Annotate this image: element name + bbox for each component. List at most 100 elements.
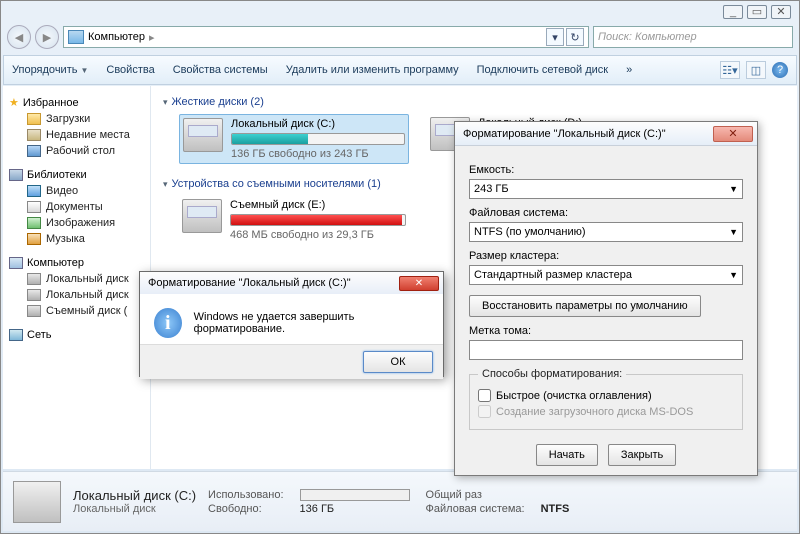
messagebox-title: Форматирование "Локальный диск (C:)" bbox=[148, 277, 399, 289]
drive-e[interactable]: Съемный диск (E:) 468 МБ свободно из 29,… bbox=[179, 196, 409, 244]
computer-icon bbox=[9, 257, 23, 269]
network-group[interactable]: Сеть bbox=[7, 327, 150, 343]
filesystem-select[interactable]: NTFS (по умолчанию)▼ bbox=[469, 222, 743, 242]
uninstall-program-button[interactable]: Удалить или изменить программу bbox=[286, 64, 459, 76]
close-button[interactable]: ✕ bbox=[771, 5, 791, 19]
collapse-icon: ▾ bbox=[163, 179, 168, 190]
refresh-button[interactable]: ↻ bbox=[566, 28, 584, 46]
music-icon bbox=[27, 233, 41, 245]
properties-button[interactable]: Свойства bbox=[106, 64, 154, 76]
bootdisk-checkbox: Создание загрузочного диска MS-DOS bbox=[478, 405, 734, 418]
sidebar-drive-e[interactable]: Съемный диск ( bbox=[7, 303, 150, 319]
fs-label: Файловая система: bbox=[426, 503, 525, 515]
usage-bar bbox=[230, 214, 406, 226]
sidebar-music[interactable]: Музыка bbox=[7, 231, 150, 247]
organize-menu[interactable]: Упорядочить▼ bbox=[12, 64, 88, 76]
minimize-button[interactable]: _ bbox=[723, 5, 743, 19]
sidebar-video[interactable]: Видео bbox=[7, 183, 150, 199]
free-label: Свободно: bbox=[208, 503, 284, 515]
collapse-icon: ▾ bbox=[163, 97, 168, 108]
nav-forward-button[interactable]: ▶ bbox=[35, 25, 59, 49]
window-controls: _ ▭ ✕ bbox=[723, 5, 791, 19]
filesystem-label: Файловая система: bbox=[469, 207, 743, 219]
dropdown-icon: ▼ bbox=[729, 227, 738, 237]
help-button[interactable]: ? bbox=[772, 62, 788, 78]
drive-free-text: 136 ГБ свободно из 243 ГБ bbox=[231, 148, 405, 160]
restore-defaults-button[interactable]: Восстановить параметры по умолчанию bbox=[469, 295, 701, 317]
sidebar-downloads[interactable]: Загрузки bbox=[7, 111, 150, 127]
used-label: Использовано: bbox=[208, 489, 284, 501]
info-icon: i bbox=[154, 308, 182, 338]
format-methods-group: Способы форматирования: Быстрое (очистка… bbox=[469, 368, 743, 430]
breadcrumb-root[interactable]: Компьютер bbox=[88, 31, 145, 43]
computer-icon bbox=[68, 30, 84, 44]
sidebar-drive-c[interactable]: Локальный диск bbox=[7, 271, 150, 287]
preview-pane-button[interactable]: ◫ bbox=[746, 61, 766, 79]
library-icon bbox=[9, 169, 23, 181]
volume-label-input[interactable] bbox=[469, 340, 743, 360]
messagebox-titlebar[interactable]: Форматирование "Локальный диск (C:)" ✕ bbox=[140, 272, 443, 294]
details-title: Локальный диск (C:) bbox=[73, 488, 196, 503]
nav-row: ◀ ▶ Компьютер ▸ ▾ ↻ Поиск: Компьютер bbox=[7, 23, 793, 51]
search-input[interactable]: Поиск: Компьютер bbox=[593, 26, 793, 48]
toolbar: Упорядочить▼ Свойства Свойства системы У… bbox=[3, 55, 797, 85]
cluster-select[interactable]: Стандартный размер кластера▼ bbox=[469, 265, 743, 285]
drive-icon bbox=[27, 273, 41, 285]
dialog-title: Форматирование "Локальный диск (C:)" bbox=[463, 128, 707, 140]
sidebar-desktop[interactable]: Рабочий стол bbox=[7, 143, 150, 159]
nav-sidebar: ★Избранное Загрузки Недавние места Рабоч… bbox=[3, 86, 151, 469]
drive-free-text: 468 МБ свободно из 29,3 ГБ bbox=[230, 229, 406, 241]
dropdown-icon: ▼ bbox=[729, 270, 738, 280]
system-properties-button[interactable]: Свойства системы bbox=[173, 64, 268, 76]
error-messagebox: Форматирование "Локальный диск (C:)" ✕ i… bbox=[139, 271, 444, 377]
video-icon bbox=[27, 185, 41, 197]
document-icon bbox=[27, 201, 41, 213]
libraries-group[interactable]: Библиотеки bbox=[7, 167, 150, 183]
dialog-close-button[interactable]: ✕ bbox=[713, 126, 753, 142]
quick-format-checkbox[interactable]: Быстрое (очистка оглавления) bbox=[478, 389, 734, 402]
start-format-button[interactable]: Начать bbox=[536, 444, 598, 466]
close-format-button[interactable]: Закрыть bbox=[608, 444, 676, 466]
map-network-drive-button[interactable]: Подключить сетевой диск bbox=[477, 64, 608, 76]
toolbar-overflow-button[interactable]: » bbox=[626, 64, 632, 76]
breadcrumb-sep-icon[interactable]: ▸ bbox=[149, 31, 155, 44]
total-label: Общий раз bbox=[426, 489, 525, 501]
drive-label: Съемный диск (E:) bbox=[230, 199, 406, 214]
sidebar-recent[interactable]: Недавние места bbox=[7, 127, 150, 143]
format-dialog-titlebar[interactable]: Форматирование "Локальный диск (C:)" ✕ bbox=[455, 122, 757, 146]
dropdown-icon: ▼ bbox=[729, 184, 738, 194]
ok-button[interactable]: ОК bbox=[363, 351, 433, 373]
folder-icon bbox=[27, 113, 41, 125]
used-bar bbox=[300, 489, 410, 501]
volume-label-label: Метка тома: bbox=[469, 325, 743, 337]
favorites-group[interactable]: ★Избранное bbox=[7, 94, 150, 111]
drive-icon bbox=[27, 305, 41, 317]
desktop-icon bbox=[27, 145, 41, 157]
messagebox-text: Windows не удается завершить форматирова… bbox=[194, 311, 429, 335]
capacity-select[interactable]: 243 ГБ▼ bbox=[469, 179, 743, 199]
format-dialog: Форматирование "Локальный диск (C:)" ✕ Е… bbox=[454, 121, 758, 476]
sidebar-drive-d[interactable]: Локальный диск bbox=[7, 287, 150, 303]
drive-large-icon bbox=[13, 481, 61, 523]
details-pane: Локальный диск (C:) Локальный диск Испол… bbox=[3, 471, 797, 531]
usage-bar bbox=[231, 133, 405, 145]
address-bar[interactable]: Компьютер ▸ ▾ ↻ bbox=[63, 26, 589, 48]
drive-c[interactable]: Локальный диск (C:) 136 ГБ свободно из 2… bbox=[179, 114, 409, 164]
network-icon bbox=[9, 329, 23, 341]
messagebox-close-button[interactable]: ✕ bbox=[399, 276, 439, 291]
computer-group[interactable]: Компьютер bbox=[7, 255, 150, 271]
drive-label: Локальный диск (C:) bbox=[231, 118, 405, 133]
drive-icon bbox=[27, 289, 41, 301]
sidebar-images[interactable]: Изображения bbox=[7, 215, 150, 231]
fs-value: NTFS bbox=[541, 503, 570, 515]
view-options-button[interactable]: ☷▾ bbox=[720, 61, 740, 79]
nav-back-button[interactable]: ◀ bbox=[7, 25, 31, 49]
maximize-button[interactable]: ▭ bbox=[747, 5, 767, 19]
address-dropdown-button[interactable]: ▾ bbox=[546, 28, 564, 46]
methods-legend: Способы форматирования: bbox=[478, 368, 626, 380]
section-hard-drives[interactable]: ▾Жесткие диски (2) bbox=[163, 92, 785, 112]
free-value: 136 ГБ bbox=[300, 503, 410, 515]
capacity-label: Емкость: bbox=[469, 164, 743, 176]
hdd-icon bbox=[183, 118, 223, 152]
sidebar-documents[interactable]: Документы bbox=[7, 199, 150, 215]
